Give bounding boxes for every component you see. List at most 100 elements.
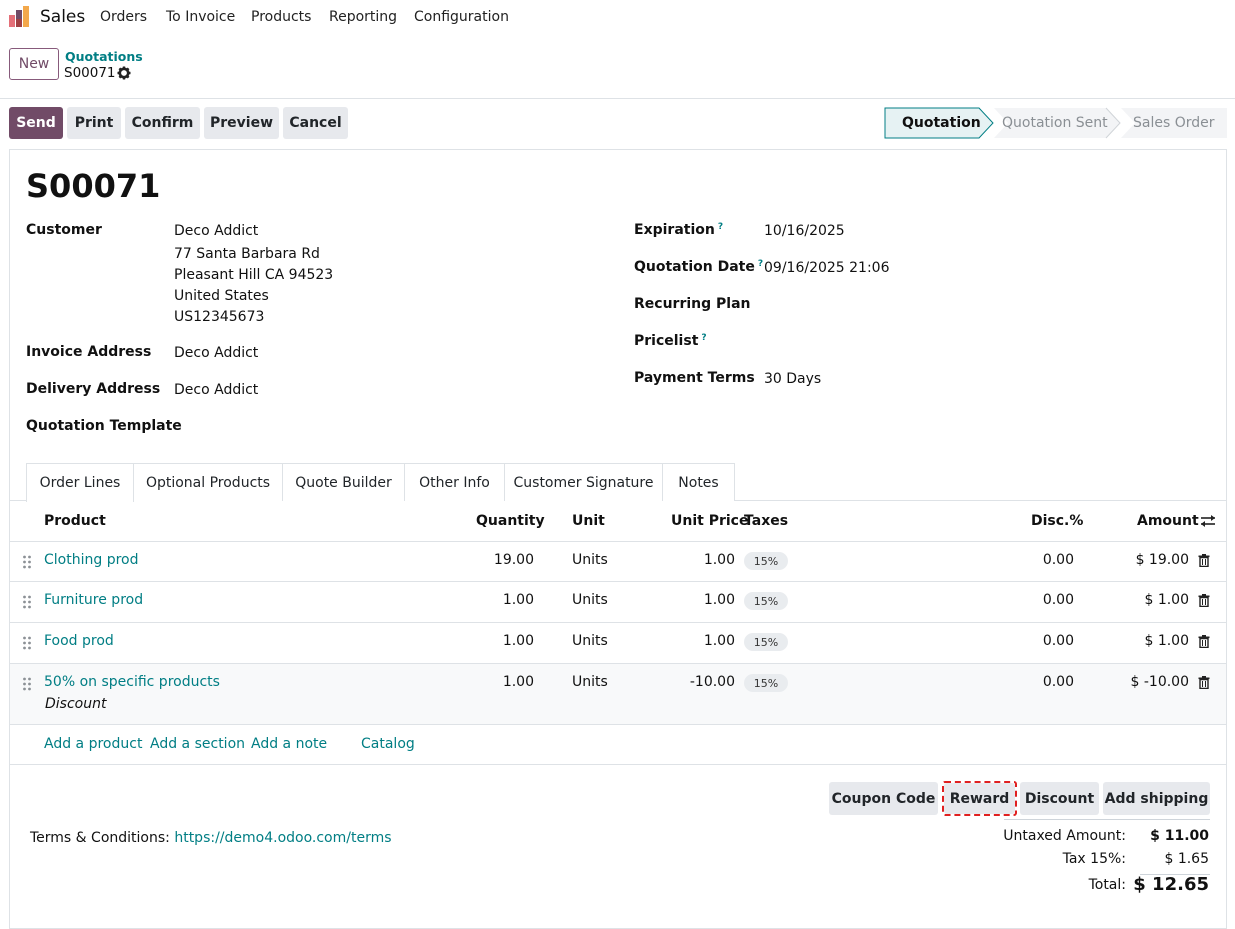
expiration-label-text: Expiration <box>634 222 715 238</box>
line-unit[interactable]: Units <box>572 552 608 568</box>
tax-badge[interactable]: 15% <box>744 552 788 570</box>
sales-app-icon[interactable] <box>8 6 30 28</box>
terms-label: Terms & Conditions: <box>30 830 170 846</box>
line-unit-price[interactable]: -10.00 <box>660 674 735 690</box>
quotation-date-field[interactable]: 09/16/2025 21:06 <box>764 260 890 276</box>
column-settings-icon[interactable] <box>1200 514 1216 528</box>
line-amount: $ 19.00 <box>1135 552 1189 568</box>
table-footer-divider <box>10 764 1226 765</box>
tab-optional-products[interactable]: Optional Products <box>133 463 283 501</box>
trash-icon[interactable] <box>1198 676 1210 689</box>
invoice-address-label: Invoice Address <box>26 344 152 360</box>
help-tooltip-icon[interactable]: ? <box>718 222 723 232</box>
add-product-link[interactable]: Add a product <box>44 736 142 752</box>
tax-value: $ 1.65 <box>1164 851 1209 867</box>
new-button[interactable]: New <box>9 48 59 80</box>
line-product[interactable]: Clothing prod <box>44 552 138 568</box>
breadcrumb-quotations[interactable]: Quotations <box>65 49 143 64</box>
stage-quotation-sent[interactable]: Quotation Sent <box>1002 115 1108 131</box>
line-unit-price[interactable]: 1.00 <box>660 592 735 608</box>
cancel-button[interactable]: Cancel <box>283 107 348 139</box>
terms-and-conditions: Terms & Conditions: https://demo4.odoo.c… <box>30 830 392 846</box>
col-header-amount[interactable]: Amount <box>1137 513 1199 529</box>
col-header-disc[interactable]: Disc.% <box>1031 513 1083 529</box>
print-button[interactable]: Print <box>67 107 121 139</box>
add-note-link[interactable]: Add a note <box>251 736 327 752</box>
col-header-quantity[interactable]: Quantity <box>476 513 545 529</box>
line-discount[interactable]: 0.00 <box>1014 592 1074 608</box>
line-unit-price[interactable]: 1.00 <box>660 552 735 568</box>
menu-products[interactable]: Products <box>251 9 311 25</box>
customer-label: Customer <box>26 222 102 238</box>
trash-icon[interactable] <box>1198 594 1210 607</box>
expiration-field[interactable]: 10/16/2025 <box>764 223 845 239</box>
app-title[interactable]: Sales <box>40 7 85 27</box>
col-header-unit-price[interactable]: Unit Price <box>671 513 748 529</box>
tab-other-info[interactable]: Other Info <box>404 463 505 501</box>
line-product[interactable]: Furniture prod <box>44 592 143 608</box>
menu-orders[interactable]: Orders <box>100 9 147 25</box>
customer-address-line: US12345673 <box>174 309 265 325</box>
trash-icon[interactable] <box>1198 635 1210 648</box>
terms-link[interactable]: https://demo4.odoo.com/terms <box>174 830 391 846</box>
line-product-description: Discount <box>45 696 107 712</box>
line-quantity[interactable]: 19.00 <box>476 552 534 568</box>
add-shipping-button[interactable]: Add shipping <box>1103 782 1210 815</box>
trash-icon[interactable] <box>1198 554 1210 567</box>
stage-quotation[interactable]: Quotation <box>902 115 981 131</box>
customer-name[interactable]: Deco Addict <box>174 223 258 239</box>
pricelist-label-text: Pricelist <box>634 333 699 349</box>
line-discount[interactable]: 0.00 <box>1014 674 1074 690</box>
drag-handle-icon[interactable] <box>22 555 32 569</box>
tax-badge[interactable]: 15% <box>744 592 788 610</box>
line-quantity[interactable]: 1.00 <box>476 674 534 690</box>
help-tooltip-icon[interactable]: ? <box>701 333 706 343</box>
line-discount[interactable]: 0.00 <box>1014 552 1074 568</box>
drag-handle-icon[interactable] <box>22 636 32 650</box>
breadcrumb-current: S00071 <box>64 65 116 81</box>
drag-handle-icon[interactable] <box>22 677 32 691</box>
send-button[interactable]: Send <box>9 107 63 139</box>
line-unit[interactable]: Units <box>572 674 608 690</box>
col-header-unit[interactable]: Unit <box>572 513 605 529</box>
gear-icon[interactable] <box>117 66 131 80</box>
delivery-address-field[interactable]: Deco Addict <box>174 382 258 398</box>
tab-order-lines[interactable]: Order Lines <box>26 463 134 502</box>
coupon-code-button[interactable]: Coupon Code <box>829 782 938 815</box>
confirm-button[interactable]: Confirm <box>125 107 200 139</box>
tax-badge[interactable]: 15% <box>744 633 788 651</box>
reward-button[interactable]: Reward <box>944 783 1015 814</box>
line-product[interactable]: 50% on specific products <box>44 674 220 690</box>
stage-sales-order[interactable]: Sales Order <box>1133 115 1215 131</box>
col-header-taxes[interactable]: Taxes <box>744 513 788 529</box>
payment-terms-field[interactable]: 30 Days <box>764 371 821 387</box>
line-discount[interactable]: 0.00 <box>1014 633 1074 649</box>
menu-configuration[interactable]: Configuration <box>414 9 509 25</box>
invoice-address-field[interactable]: Deco Addict <box>174 345 258 361</box>
drag-handle-icon[interactable] <box>22 595 32 609</box>
catalog-link[interactable]: Catalog <box>361 736 415 752</box>
tax-label: Tax 15%: <box>1062 851 1126 867</box>
line-unit[interactable]: Units <box>572 633 608 649</box>
tax-badge[interactable]: 15% <box>744 674 788 692</box>
add-section-link[interactable]: Add a section <box>150 736 245 752</box>
document-title: S00071 <box>26 167 161 205</box>
tab-quote-builder[interactable]: Quote Builder <box>282 463 405 501</box>
line-product[interactable]: Food prod <box>44 633 114 649</box>
line-unit-price[interactable]: 1.00 <box>660 633 735 649</box>
tab-customer-signature[interactable]: Customer Signature <box>504 463 663 501</box>
menu-reporting[interactable]: Reporting <box>329 9 397 25</box>
row-divider <box>10 581 1226 582</box>
line-quantity[interactable]: 1.00 <box>476 633 534 649</box>
tab-notes[interactable]: Notes <box>662 463 735 501</box>
expiration-label: Expiration? <box>634 222 723 238</box>
col-header-product[interactable]: Product <box>44 513 106 529</box>
quotation-date-label: Quotation Date? <box>634 259 763 275</box>
line-unit[interactable]: Units <box>572 592 608 608</box>
menu-to-invoice[interactable]: To Invoice <box>166 9 235 25</box>
line-quantity[interactable]: 1.00 <box>476 592 534 608</box>
preview-button[interactable]: Preview <box>204 107 279 139</box>
help-tooltip-icon[interactable]: ? <box>758 259 763 269</box>
discount-button[interactable]: Discount <box>1020 782 1099 815</box>
table-row[interactable] <box>10 664 1226 724</box>
